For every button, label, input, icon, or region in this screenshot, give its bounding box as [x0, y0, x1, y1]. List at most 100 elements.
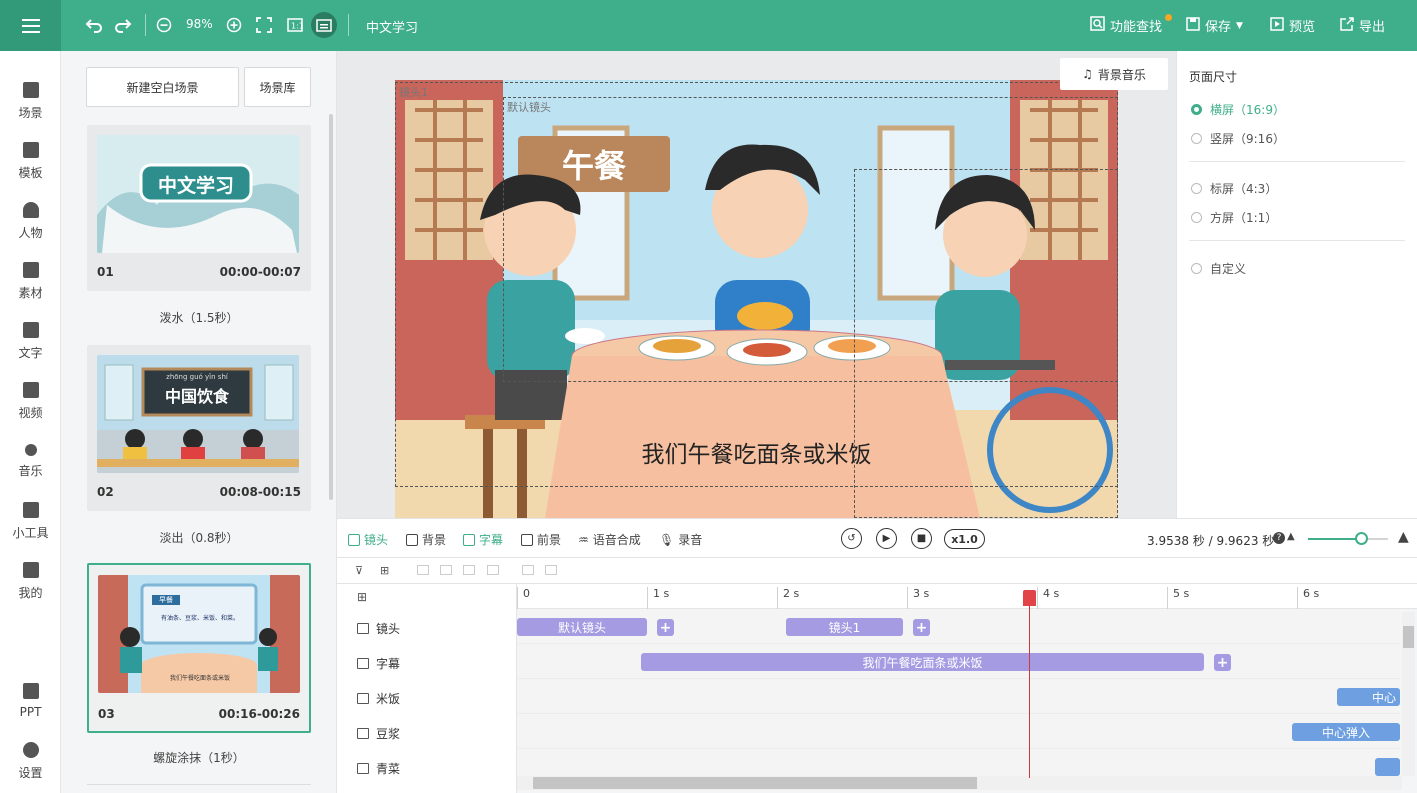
redo-icon[interactable]: [113, 15, 133, 35]
clip-rice[interactable]: 中心: [1337, 688, 1400, 706]
track-name: 镜头: [376, 622, 401, 636]
microphone-icon: 🎙: [659, 532, 675, 547]
new-blank-scene-button[interactable]: 新建空白场景: [86, 67, 239, 107]
tab-record[interactable]: 🎙 录音: [659, 531, 702, 548]
thumb-title: 中国饮食: [164, 387, 229, 406]
nav-item-ppt[interactable]: PPT: [0, 676, 61, 726]
clip-lens1[interactable]: 镜头1: [786, 618, 903, 636]
scene-transition[interactable]: 淡出（0.8秒）: [87, 529, 311, 546]
zoom-in-icon[interactable]: [224, 15, 244, 35]
track-label-lens[interactable]: 镜头: [357, 620, 400, 637]
scene-number: 02: [97, 485, 114, 499]
ruler-tick: 5 s: [1167, 587, 1189, 609]
clip-subtitle[interactable]: 我们午餐吃面条或米饭: [641, 653, 1204, 671]
nav-item-mine[interactable]: 我的: [0, 556, 61, 606]
track-row-lens: 默认镜头 + 镜头1 +: [517, 609, 1400, 644]
fullscreen-icon[interactable]: [254, 15, 274, 35]
align-left-icon[interactable]: [417, 565, 429, 575]
add-clip-button[interactable]: +: [913, 619, 930, 636]
nav-item-material[interactable]: 素材: [0, 256, 61, 306]
time-ruler[interactable]: 0 1 s 2 s 3 s 4 s 5 s 6 s: [517, 584, 1417, 609]
feature-search-button[interactable]: 功能查找: [1090, 16, 1162, 35]
radio-square-1-1[interactable]: 方屏（1:1）: [1191, 209, 1277, 226]
distribute-icon[interactable]: [487, 565, 499, 575]
image-icon: [357, 763, 369, 774]
actual-size-icon[interactable]: 1:1: [285, 15, 305, 35]
scene-card-01[interactable]: 中文学习 01 00:00-00:07: [87, 125, 311, 291]
tab-label: 背景: [422, 533, 447, 547]
tab-background[interactable]: 背景: [406, 531, 446, 548]
nav-item-music[interactable]: 音乐: [0, 436, 61, 486]
scene-icon: [22, 81, 39, 98]
tab-foreground[interactable]: 前景: [521, 531, 561, 548]
filter-icon[interactable]: ⊽: [355, 564, 363, 577]
scene-transition[interactable]: 泼水（1.5秒）: [87, 309, 311, 326]
playhead-handle[interactable]: [1023, 590, 1036, 606]
track-label-greens[interactable]: 青菜: [357, 760, 400, 777]
tracks-scrollbar-h[interactable]: [517, 776, 1402, 790]
scene-transition[interactable]: 螺旋涂抹（1秒）: [87, 749, 311, 766]
tracks-scrollbar-v[interactable]: [1402, 612, 1415, 776]
person-icon: [22, 201, 39, 218]
scene-time: 00:00-00:07: [219, 265, 301, 279]
scene-card-02[interactable]: zhōng guó yǐn shí 中国饮食 02 00:08-00:15: [87, 345, 311, 511]
distribute-h-icon[interactable]: [522, 565, 534, 575]
track-label-subtitle[interactable]: 字幕: [357, 655, 400, 672]
scroll-thumb[interactable]: [533, 777, 977, 789]
subtitle-toggle-button[interactable]: [311, 12, 337, 38]
group-icon[interactable]: ⊞: [380, 564, 389, 577]
clip-greens[interactable]: [1375, 758, 1400, 776]
scene-card-03[interactable]: 早餐 有油条、豆浆、米饭、和菜。 我们午餐吃面条或米饭 03 00:16-00:…: [87, 563, 311, 733]
nav-item-person[interactable]: 人物: [0, 196, 61, 246]
track-label-rice[interactable]: 米饭: [357, 690, 400, 707]
save-button[interactable]: 保存 ▼: [1186, 16, 1243, 35]
nav-item-settings[interactable]: 设置: [0, 736, 61, 786]
nav-item-scene[interactable]: 场景: [0, 76, 61, 126]
scene-panel-scrollbar[interactable]: [329, 114, 333, 500]
radio-custom[interactable]: 自定义: [1191, 260, 1246, 277]
align-right-icon[interactable]: [463, 565, 475, 575]
preview-button[interactable]: 预览: [1270, 16, 1315, 35]
radio-landscape-16-9[interactable]: 横屏（16:9）: [1191, 101, 1285, 118]
tab-tts[interactable]: ♒ 语音合成: [578, 531, 641, 548]
nav-item-video[interactable]: 视频: [0, 376, 61, 426]
clip-default-lens[interactable]: 默认镜头: [517, 618, 647, 636]
scene-library-button[interactable]: 场景库: [244, 67, 311, 107]
zoom-out-icon[interactable]: [154, 15, 174, 35]
zoom-small-icon[interactable]: ▲: [1287, 531, 1295, 542]
play-button[interactable]: ▶: [876, 528, 897, 549]
radio-dot: [1191, 212, 1202, 223]
track-name: 米饭: [376, 692, 401, 706]
clip-soymilk[interactable]: 中心弹入: [1292, 723, 1400, 741]
add-clip-button[interactable]: +: [1214, 654, 1231, 671]
tab-lens[interactable]: 镜头: [348, 531, 388, 548]
layout-icon[interactable]: ⊞: [357, 590, 367, 604]
export-button[interactable]: 导出: [1340, 16, 1385, 35]
align-center-icon[interactable]: [440, 565, 452, 575]
nav-item-text[interactable]: 文字: [0, 316, 61, 366]
undo-icon[interactable]: [84, 15, 104, 35]
page-size-panel: 页面尺寸 横屏（16:9） 竖屏（9:16） 标屏（4:3） 方屏（1:1） 自…: [1176, 51, 1417, 518]
radio-portrait-9-16[interactable]: 竖屏（9:16）: [1191, 130, 1285, 147]
divider: [145, 14, 146, 36]
nav-item-toolbox[interactable]: 小工具: [0, 496, 61, 546]
zoom-slider-handle[interactable]: [1355, 532, 1368, 545]
radio-standard-4-3[interactable]: 标屏（4:3）: [1191, 180, 1277, 197]
track-label-soymilk[interactable]: 豆浆: [357, 725, 400, 742]
bgm-button[interactable]: ♫ 背景音乐: [1060, 58, 1168, 90]
menu-button[interactable]: [0, 0, 61, 51]
scroll-thumb[interactable]: [1403, 626, 1414, 648]
selection-frame[interactable]: [854, 169, 1118, 518]
stop-button[interactable]: ■: [911, 528, 932, 549]
zoom-large-icon[interactable]: ▲: [1398, 529, 1409, 545]
divider: [348, 14, 349, 36]
distribute-v-icon[interactable]: [545, 565, 557, 575]
nav-item-template[interactable]: 模板: [0, 136, 61, 186]
speed-button[interactable]: x1.0: [944, 529, 985, 549]
help-icon[interactable]: ?: [1273, 532, 1285, 544]
tab-subtitle[interactable]: 字幕: [463, 531, 503, 548]
add-clip-button[interactable]: +: [657, 619, 674, 636]
scene-time: 00:08-00:15: [219, 485, 301, 499]
stage-canvas[interactable]: 午餐 我们午餐吃面条或米饭 镜头1 默认镜头: [395, 80, 1118, 518]
replay-button[interactable]: ↺: [841, 528, 862, 549]
